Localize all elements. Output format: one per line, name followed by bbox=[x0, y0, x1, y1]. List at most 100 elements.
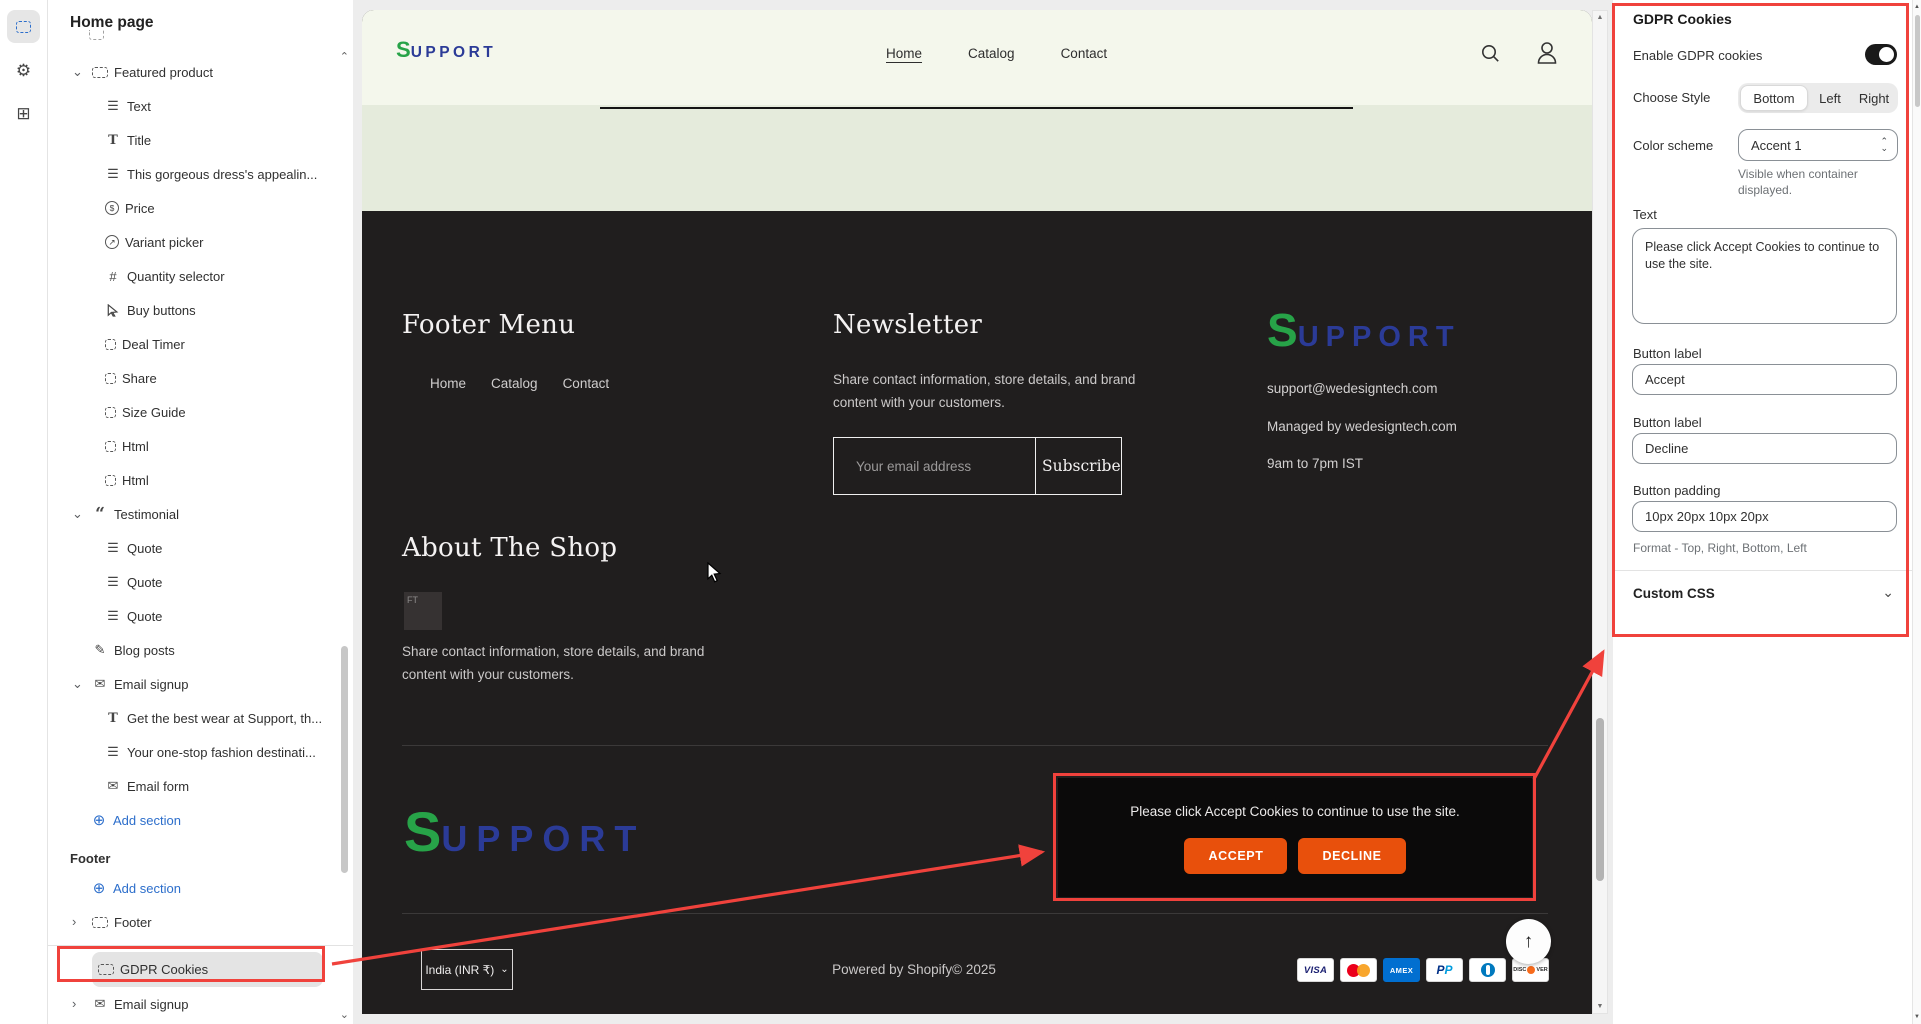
tree-item-get-the-best-wear-at-support-th[interactable]: TGet the best wear at Support, th... bbox=[47, 701, 343, 735]
accept-label-input[interactable] bbox=[1632, 364, 1897, 395]
tree-item-email-signup[interactable]: ›✉Email signup bbox=[47, 987, 353, 1021]
scroll-down-arrow-icon[interactable]: ▼ bbox=[1593, 1003, 1607, 1010]
sidebar-scroll-down-icon[interactable]: ⌄ bbox=[340, 1008, 349, 1021]
page-scrollbar[interactable]: ▲ ▼ bbox=[1912, 0, 1921, 1024]
tree-item-blog-posts[interactable]: ✎Blog posts bbox=[47, 633, 343, 667]
color-scheme-help: Visible when container displayed. bbox=[1738, 166, 1888, 198]
tree-item-size-guide[interactable]: Size Guide bbox=[47, 395, 343, 429]
powered-by-text: Powered by Shopify© 2025 bbox=[832, 962, 996, 977]
tree-item-variant-picker[interactable]: ↗Variant picker bbox=[47, 225, 343, 259]
tree-item-price[interactable]: $Price bbox=[47, 191, 343, 225]
search-icon[interactable] bbox=[1480, 43, 1502, 65]
store-logo[interactable]: SUPPORT bbox=[396, 37, 496, 63]
tree-item-label: Get the best wear at Support, th... bbox=[127, 711, 322, 726]
chevron-down-icon: ⌄ bbox=[500, 964, 508, 975]
tree-item-quote[interactable]: ☰Quote bbox=[47, 599, 343, 633]
scroll-up-arrow-icon[interactable]: ▲ bbox=[1593, 14, 1607, 21]
store-band bbox=[362, 105, 1592, 211]
page-scrollbar-thumb[interactable] bbox=[1915, 15, 1920, 107]
section-icon bbox=[92, 67, 108, 78]
app-block-icon bbox=[105, 441, 116, 452]
section-tree: ⌄Featured product☰TextTTitle☰This gorgeo… bbox=[47, 55, 343, 837]
app-block-icon bbox=[105, 373, 116, 384]
scroll-up-arrow-icon[interactable]: ▲ bbox=[1913, 4, 1921, 10]
quote-icon: “ bbox=[92, 511, 108, 517]
chevron-down-icon[interactable]: ⌄ bbox=[72, 67, 92, 77]
diners-payment-icon bbox=[1469, 958, 1506, 982]
tree-item-html[interactable]: Html bbox=[47, 429, 343, 463]
decline-cookies-button[interactable]: DECLINE bbox=[1298, 838, 1405, 874]
nav-link-catalog[interactable]: Catalog bbox=[968, 46, 1015, 61]
style-option-right[interactable]: Right bbox=[1852, 85, 1896, 111]
amex-payment-icon: AMEX bbox=[1383, 958, 1420, 982]
sidebar-scroll-up-icon[interactable]: ⌃ bbox=[340, 50, 349, 63]
email-input[interactable] bbox=[834, 438, 1035, 494]
decline-label-input[interactable] bbox=[1632, 433, 1897, 464]
style-option-left[interactable]: Left bbox=[1808, 85, 1852, 111]
chevron-down-icon[interactable]: ⌄ bbox=[1882, 584, 1894, 601]
button-padding-input[interactable] bbox=[1632, 501, 1897, 532]
store-header: SUPPORT Home Catalog Contact bbox=[362, 10, 1592, 105]
price-icon: $ bbox=[105, 201, 119, 215]
chevron-down-icon[interactable]: ⌄ bbox=[72, 679, 92, 689]
nav-link-contact[interactable]: Contact bbox=[1061, 46, 1108, 61]
tree-item-quantity-selector[interactable]: #Quantity selector bbox=[47, 259, 343, 293]
banner-text-input[interactable]: Please click Accept Cookies to continue … bbox=[1632, 228, 1897, 324]
scroll-to-top-button[interactable]: ↑ bbox=[1506, 919, 1551, 964]
button1-label: Button label bbox=[1633, 346, 1702, 361]
scroll-down-arrow-icon[interactable]: ▼ bbox=[1913, 1014, 1921, 1020]
newsletter-heading: Newsletter bbox=[833, 310, 982, 340]
add-section-button[interactable]: ⊕Add section bbox=[47, 803, 343, 837]
tree-item-quote[interactable]: ☰Quote bbox=[47, 565, 343, 599]
cursor-icon bbox=[105, 304, 121, 317]
store-hours-text: 9am to 7pm IST bbox=[1267, 456, 1363, 471]
tree-item-featured-product[interactable]: ⌄Featured product bbox=[47, 55, 343, 89]
color-scheme-label: Color scheme bbox=[1633, 138, 1713, 153]
preview-scrollbar[interactable]: ▲ ▼ bbox=[1592, 10, 1608, 1014]
tree-item-footer[interactable]: ›Footer bbox=[47, 905, 353, 939]
chevron-down-icon[interactable]: ⌄ bbox=[72, 509, 92, 519]
color-scheme-select[interactable]: Accent 1 ⌃⌄ bbox=[1738, 129, 1898, 161]
sections-icon bbox=[16, 21, 31, 33]
choose-style-label: Choose Style bbox=[1633, 90, 1710, 105]
rail-apps-button[interactable]: ⊞ bbox=[7, 97, 40, 130]
tree-item-quote[interactable]: ☰Quote bbox=[47, 531, 343, 565]
tree-item-deal-timer[interactable]: Deal Timer bbox=[47, 327, 343, 361]
text-icon: ☰ bbox=[105, 98, 121, 114]
tree-item-label: Size Guide bbox=[122, 405, 186, 420]
tree-item-title[interactable]: TTitle bbox=[47, 123, 343, 157]
tree-item-email-form[interactable]: ✉Email form bbox=[47, 769, 343, 803]
paypal-payment-icon: PP bbox=[1426, 958, 1463, 982]
gear-icon: ⚙ bbox=[16, 62, 31, 79]
chevron-right-icon[interactable]: › bbox=[72, 917, 92, 927]
tree-item-text[interactable]: ☰Text bbox=[47, 89, 343, 123]
country-selector[interactable]: India (INR ₹)⌄ bbox=[421, 949, 513, 990]
tree-item-email-signup[interactable]: ⌄✉Email signup bbox=[47, 667, 343, 701]
style-option-bottom[interactable]: Bottom bbox=[1740, 85, 1808, 111]
preview-scrollbar-thumb[interactable] bbox=[1596, 718, 1604, 881]
footer-group-heading: Footer bbox=[47, 845, 353, 871]
tree-item-buy-buttons[interactable]: Buy buttons bbox=[47, 293, 343, 327]
tree-item-your-one-stop-fashion-destinati[interactable]: ☰Your one-stop fashion destinati... bbox=[47, 735, 343, 769]
logo-first-letter: S bbox=[396, 37, 411, 62]
email-icon: ✉ bbox=[105, 778, 121, 794]
accept-cookies-button[interactable]: ACCEPT bbox=[1184, 838, 1287, 874]
account-icon[interactable] bbox=[1535, 40, 1559, 66]
tree-item-this-gorgeous-dress-s-appealin[interactable]: ☰This gorgeous dress's appealin... bbox=[47, 157, 343, 191]
enable-gdpr-toggle[interactable] bbox=[1865, 44, 1897, 65]
rail-theme-settings-button[interactable]: ⚙ bbox=[7, 54, 40, 87]
nav-link-home[interactable]: Home bbox=[886, 46, 922, 61]
footer-link-home: Home bbox=[430, 376, 466, 391]
tree-item-share[interactable]: Share bbox=[47, 361, 343, 395]
rail-sections-button[interactable] bbox=[7, 10, 40, 43]
tree-item-testimonial[interactable]: ⌄“Testimonial bbox=[47, 497, 343, 531]
tree-item-html[interactable]: Html bbox=[47, 463, 343, 497]
chevron-right-icon[interactable]: › bbox=[72, 999, 92, 1009]
subscribe-button[interactable]: Subscribe bbox=[1035, 438, 1124, 494]
padding-format-help: Format - Top, Right, Bottom, Left bbox=[1633, 540, 1807, 556]
tree-item-gdpr-cookies[interactable]: GDPR Cookies bbox=[92, 952, 323, 987]
sidebar-scrollbar-thumb[interactable] bbox=[341, 646, 348, 873]
tree-item-label: Add section bbox=[113, 813, 181, 828]
add-section-button[interactable]: ⊕Add section bbox=[47, 871, 353, 905]
tree-item-label: Email signup bbox=[114, 677, 188, 692]
